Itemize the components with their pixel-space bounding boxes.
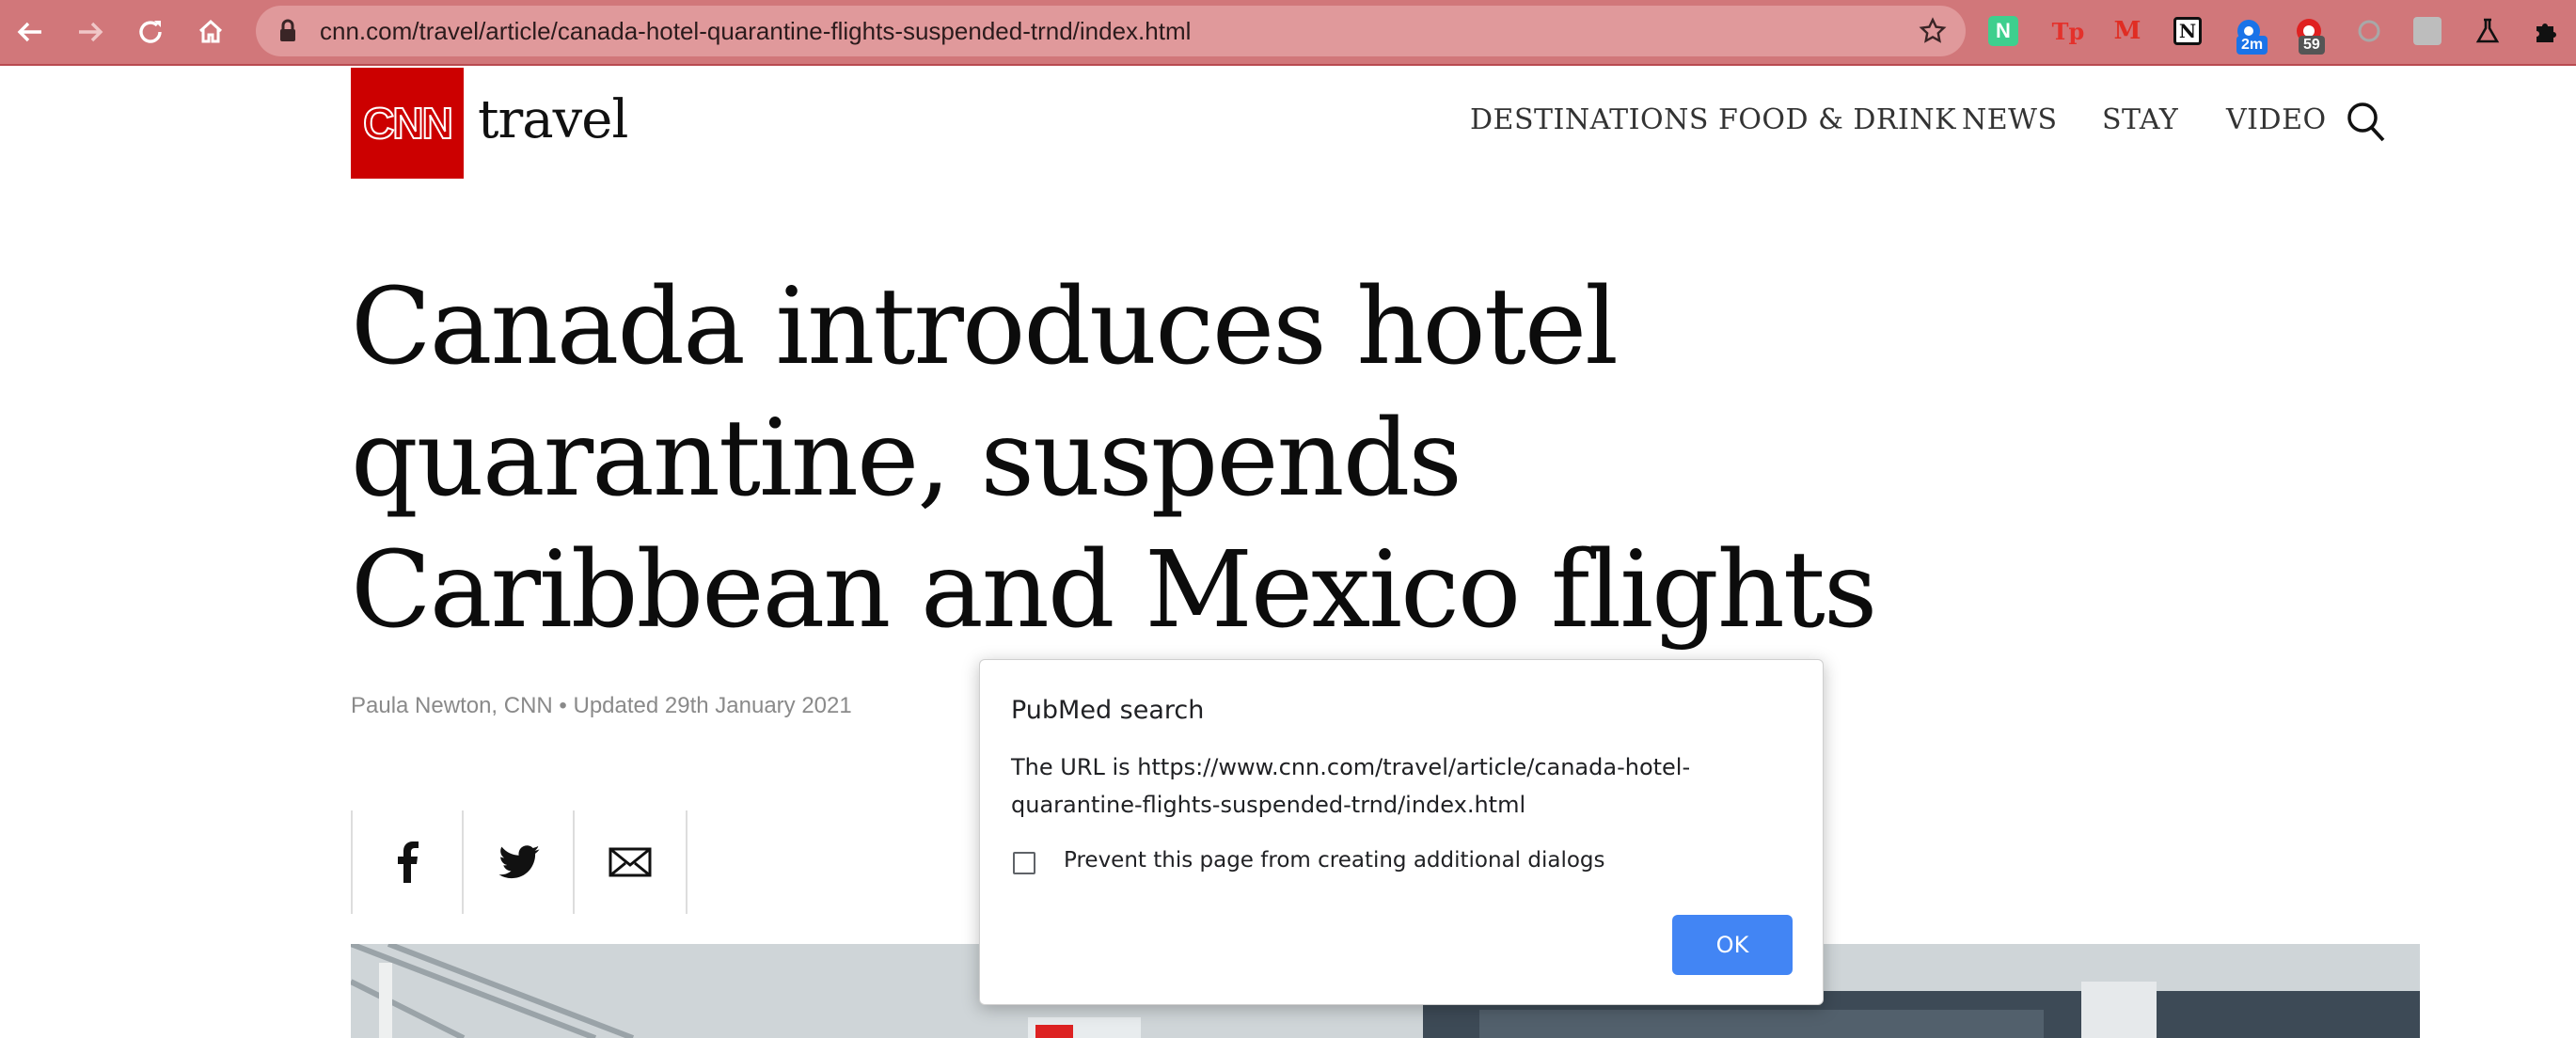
twitter-icon [498,845,540,879]
search-icon[interactable] [2347,102,2386,148]
bookmark-star-icon[interactable] [1919,17,1947,50]
email-icon [608,847,652,877]
article-headline: Canada introduces hotel quarantine, susp… [351,266,1877,652]
nav-stay[interactable]: STAY [2102,103,2178,136]
dialog-message: The URL is https://www.cnn.com/travel/ar… [1011,754,1691,818]
article-byline: Paula Newton, CNN • Updated 29th January… [351,693,852,718]
red-extension-badge: 59 [2299,36,2325,55]
circle-extension-icon[interactable] [2351,13,2387,49]
notion-extension-icon[interactable]: N [2170,13,2205,49]
forward-icon[interactable] [68,9,113,55]
tp-extension-icon[interactable]: Tp [2050,13,2086,49]
flask-extension-icon[interactable] [2470,13,2505,49]
ok-button[interactable]: OK [1672,915,1793,975]
lock-icon[interactable] [278,19,297,48]
share-facebook-button[interactable] [351,810,464,914]
grey-extension-icon[interactable] [2410,13,2445,49]
url-text[interactable]: cnn.com/travel/article/canada-hotel-quar… [320,6,1191,56]
timer-badge: 2m [2236,36,2268,55]
share-email-button[interactable] [573,810,687,914]
back-icon[interactable] [8,9,53,55]
nav-video[interactable]: VIDEO [2226,103,2327,136]
nav-news[interactable]: NEWS [1962,103,2058,136]
alert-dialog: PubMed search The URL is https://www.cnn… [979,659,1824,1005]
facebook-icon [398,841,419,883]
prevent-dialogs-checkbox[interactable] [1013,852,1035,874]
dialog-title: PubMed search [1011,696,1205,725]
share-twitter-button[interactable] [462,810,575,914]
prevent-dialogs-label[interactable]: Prevent this page from creating addition… [1064,848,1605,873]
puzzle-extension-icon[interactable] [2528,13,2564,49]
home-icon[interactable] [188,9,233,55]
address-bar[interactable]: cnn.com/travel/article/canada-hotel-quar… [256,6,1966,56]
cnn-logo[interactable]: CNN [351,68,464,179]
m-extension-icon[interactable]: M [2110,13,2145,49]
section-title[interactable]: travel [478,89,628,150]
reload-icon[interactable] [128,9,173,55]
nav-food-drink[interactable]: FOOD & DRINK [1718,103,1956,136]
n-extension-icon[interactable]: N [1988,16,2018,46]
nav-destinations[interactable]: DESTINATIONS [1470,103,1709,136]
browser-toolbar: cnn.com/travel/article/canada-hotel-quar… [0,0,2576,66]
